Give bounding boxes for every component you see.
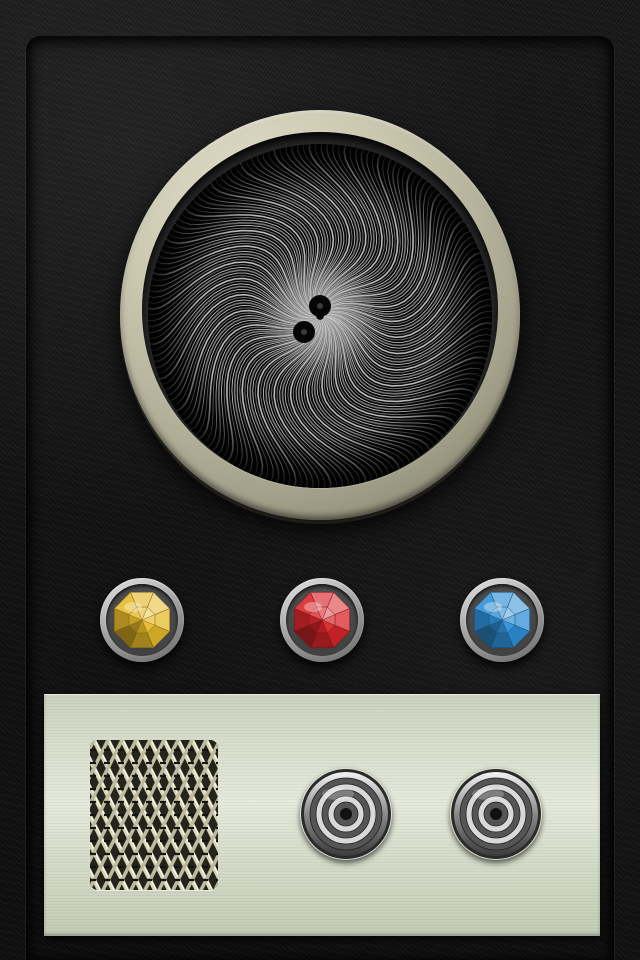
- yellow-gem-icon: [113, 591, 171, 649]
- left-dial-knob[interactable]: [300, 768, 392, 860]
- scanner-screen[interactable]: [148, 144, 492, 488]
- radial-scanner-icon: [148, 144, 492, 488]
- red-gem-button[interactable]: [280, 578, 364, 662]
- blue-gem-button[interactable]: [460, 578, 544, 662]
- dial-knob-icon: [301, 769, 391, 859]
- right-dial-knob[interactable]: [450, 768, 542, 860]
- speaker-grille-icon: [90, 740, 218, 890]
- communicator-device: [0, 0, 640, 960]
- yellow-gem-button[interactable]: [100, 578, 184, 662]
- red-gem-icon: [293, 591, 351, 649]
- scanner-bezel: [120, 110, 520, 520]
- blue-gem-icon: [473, 591, 531, 649]
- dial-knob-icon: [451, 769, 541, 859]
- speaker-grille: [90, 740, 218, 890]
- gem-buttons-row: [0, 578, 640, 668]
- control-panel: [44, 694, 600, 936]
